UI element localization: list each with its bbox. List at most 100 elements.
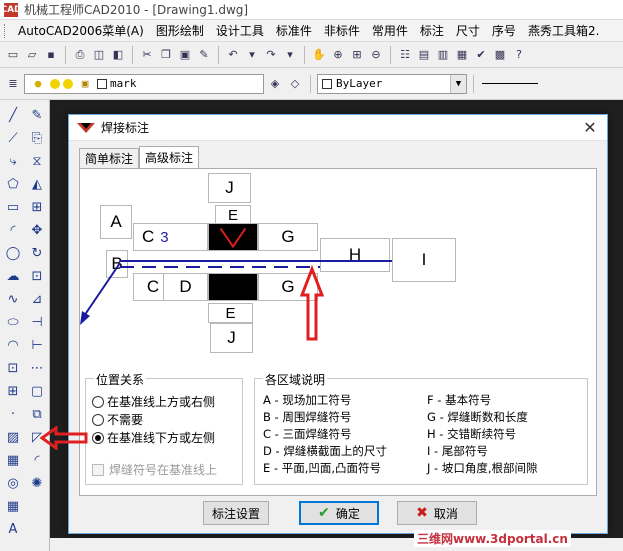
revision-cloud-icon[interactable]: ☁ (4, 267, 22, 285)
stretch-icon[interactable]: ⊿ (28, 290, 46, 308)
legend-item-e: E - 平面,凹面,凸面符号 (263, 461, 382, 475)
linetype-preview-line[interactable] (480, 75, 540, 93)
save-icon[interactable]: ▪ (42, 46, 60, 64)
leader-arrowhead (80, 311, 90, 325)
copy-icon[interactable]: ❐ (157, 46, 175, 64)
menubar-grip[interactable] (4, 23, 8, 38)
layer-previous-icon[interactable]: ◇ (286, 75, 304, 93)
construction-line-icon[interactable]: ⟋ (4, 129, 22, 147)
menu-yanxiu-toolbox[interactable]: 燕秀工具箱2. (522, 22, 605, 39)
cut-icon[interactable]: ✂ (138, 46, 156, 64)
layer-combo[interactable]: ● ▣ mark (24, 73, 264, 94)
circle-icon[interactable]: ◯ (4, 244, 22, 262)
mirror-icon[interactable]: ⧖ (28, 152, 46, 170)
legend-item-b: B - 周围焊缝符号 (263, 410, 352, 424)
ok-button[interactable]: ✔ 确定 (299, 501, 379, 525)
cancel-button[interactable]: ✖ 取消 (397, 501, 477, 525)
redo-icon[interactable]: ↷ (262, 46, 280, 64)
menu-common-parts[interactable]: 常用件 (366, 22, 414, 39)
ellipse-icon[interactable]: ⬭ (4, 313, 22, 331)
color-combo[interactable]: ByLayer ▼ (317, 73, 467, 94)
array-icon[interactable]: ⊞ (28, 198, 46, 216)
zoom-window-icon[interactable]: ⊞ (348, 46, 366, 64)
menu-standard-parts[interactable]: 标准件 (270, 22, 318, 39)
design-center-icon[interactable]: ▤ (415, 46, 433, 64)
offset-icon[interactable]: ◭ (28, 175, 46, 193)
print-icon[interactable]: ⎙ (71, 46, 89, 64)
menu-dimension[interactable]: 尺寸 (450, 22, 486, 39)
move-icon[interactable]: ✥ (28, 221, 46, 239)
arc-icon[interactable]: ◜ (4, 221, 22, 239)
rectangle-icon[interactable]: ▭ (4, 198, 22, 216)
line-icon[interactable]: ╱ (4, 106, 22, 124)
menu-autocad2006[interactable]: AutoCAD2006菜单(A) (12, 22, 150, 39)
close-icon[interactable]: ✕ (581, 118, 599, 137)
menu-design-tools[interactable]: 设计工具 (210, 22, 270, 39)
extend-icon[interactable]: ⊢ (28, 336, 46, 354)
break-icon[interactable]: ▢ (28, 382, 46, 400)
menu-nonstandard-parts[interactable]: 非标件 (318, 22, 366, 39)
weld-symbol-on-line-checkbox[interactable]: 焊缝符号在基准线上 (92, 461, 217, 478)
break-at-point-icon[interactable]: ⋯ (28, 359, 46, 377)
spline-icon[interactable]: ∿ (4, 290, 22, 308)
zoom-realtime-icon[interactable]: ⊕ (329, 46, 347, 64)
annotation-settings-button[interactable]: 标注设置 (203, 501, 269, 525)
fillet-icon[interactable]: ◜ (28, 451, 46, 469)
markup-icon[interactable]: ✔ (472, 46, 490, 64)
properties-icon[interactable]: ☷ (396, 46, 414, 64)
undo-icon[interactable]: ↶ (224, 46, 242, 64)
menu-sequence[interactable]: 序号 (486, 22, 522, 39)
radio-button[interactable] (92, 395, 104, 408)
radio-above-or-right[interactable]: 在基准线上方或右侧 (92, 393, 215, 410)
polyline-icon[interactable]: ⤷ (4, 152, 22, 170)
region-icon[interactable]: ◎ (4, 474, 22, 492)
insert-block-icon[interactable]: ⊡ (4, 359, 22, 377)
scale-icon[interactable]: ⊡ (28, 267, 46, 285)
make-block-icon[interactable]: ⊞ (4, 382, 22, 400)
calculator-icon[interactable]: ▩ (491, 46, 509, 64)
redo-dropdown-icon[interactable]: ▾ (281, 46, 299, 64)
help-icon[interactable]: ? (510, 46, 528, 64)
join-icon[interactable]: ⧉ (28, 405, 46, 423)
publish-icon[interactable]: ◧ (109, 46, 127, 64)
ellipse-arc-icon[interactable]: ◠ (4, 336, 22, 354)
pan-icon[interactable]: ✋ (310, 46, 328, 64)
tool-palette-icon[interactable]: ▥ (434, 46, 452, 64)
dialog-title: 焊接标注 (101, 121, 150, 135)
menu-drawing[interactable]: 图形绘制 (150, 22, 210, 39)
radio-button-selected[interactable] (92, 431, 104, 444)
copy-object-icon[interactable]: ⎘ (28, 129, 46, 147)
radio-below-or-left[interactable]: 在基准线下方或左侧 (92, 429, 215, 446)
polygon-icon[interactable]: ⬠ (4, 175, 22, 193)
hatch-icon[interactable]: ▨ (4, 428, 22, 446)
new-file-icon[interactable]: ▭ (4, 46, 22, 64)
table-icon[interactable]: ▦ (4, 497, 22, 515)
radio-not-needed[interactable]: 不需要 (92, 411, 143, 428)
tab-advanced-annotation[interactable]: 高级标注 (139, 146, 200, 168)
undo-dropdown-icon[interactable]: ▾ (243, 46, 261, 64)
cancel-label: 取消 (433, 506, 458, 521)
gradient-icon[interactable]: ▦ (4, 451, 22, 469)
point-icon[interactable]: · (4, 405, 22, 423)
toolbar-separator (65, 45, 66, 64)
make-current-layer-icon[interactable]: ◈ (266, 75, 284, 93)
preview-icon[interactable]: ◫ (90, 46, 108, 64)
layer-manager-icon[interactable]: ≣ (4, 75, 22, 93)
tab-simple-annotation[interactable]: 简单标注 (79, 148, 140, 168)
match-properties-icon[interactable]: ✎ (195, 46, 213, 64)
multiline-text-icon[interactable]: A (4, 520, 22, 538)
chevron-down-icon[interactable]: ▼ (450, 74, 466, 93)
checkbox[interactable] (92, 463, 104, 476)
layer-toolbar: ≣ ● ▣ mark ◈ ◇ ByLayer ▼ (0, 68, 623, 100)
paste-icon[interactable]: ▣ (176, 46, 194, 64)
zoom-previous-icon[interactable]: ⊖ (367, 46, 385, 64)
rotate-icon[interactable]: ↻ (28, 244, 46, 262)
sheet-set-icon[interactable]: ▦ (453, 46, 471, 64)
explode-icon[interactable]: ✺ (28, 474, 46, 492)
open-file-icon[interactable]: ▱ (23, 46, 41, 64)
radio-button[interactable] (92, 413, 104, 426)
menu-annotate[interactable]: 标注 (414, 22, 450, 39)
legend-item-g: G - 焊缝断数和长度 (427, 410, 528, 424)
trim-icon[interactable]: ⊣ (28, 313, 46, 331)
erase-icon[interactable]: ✎ (28, 106, 46, 124)
